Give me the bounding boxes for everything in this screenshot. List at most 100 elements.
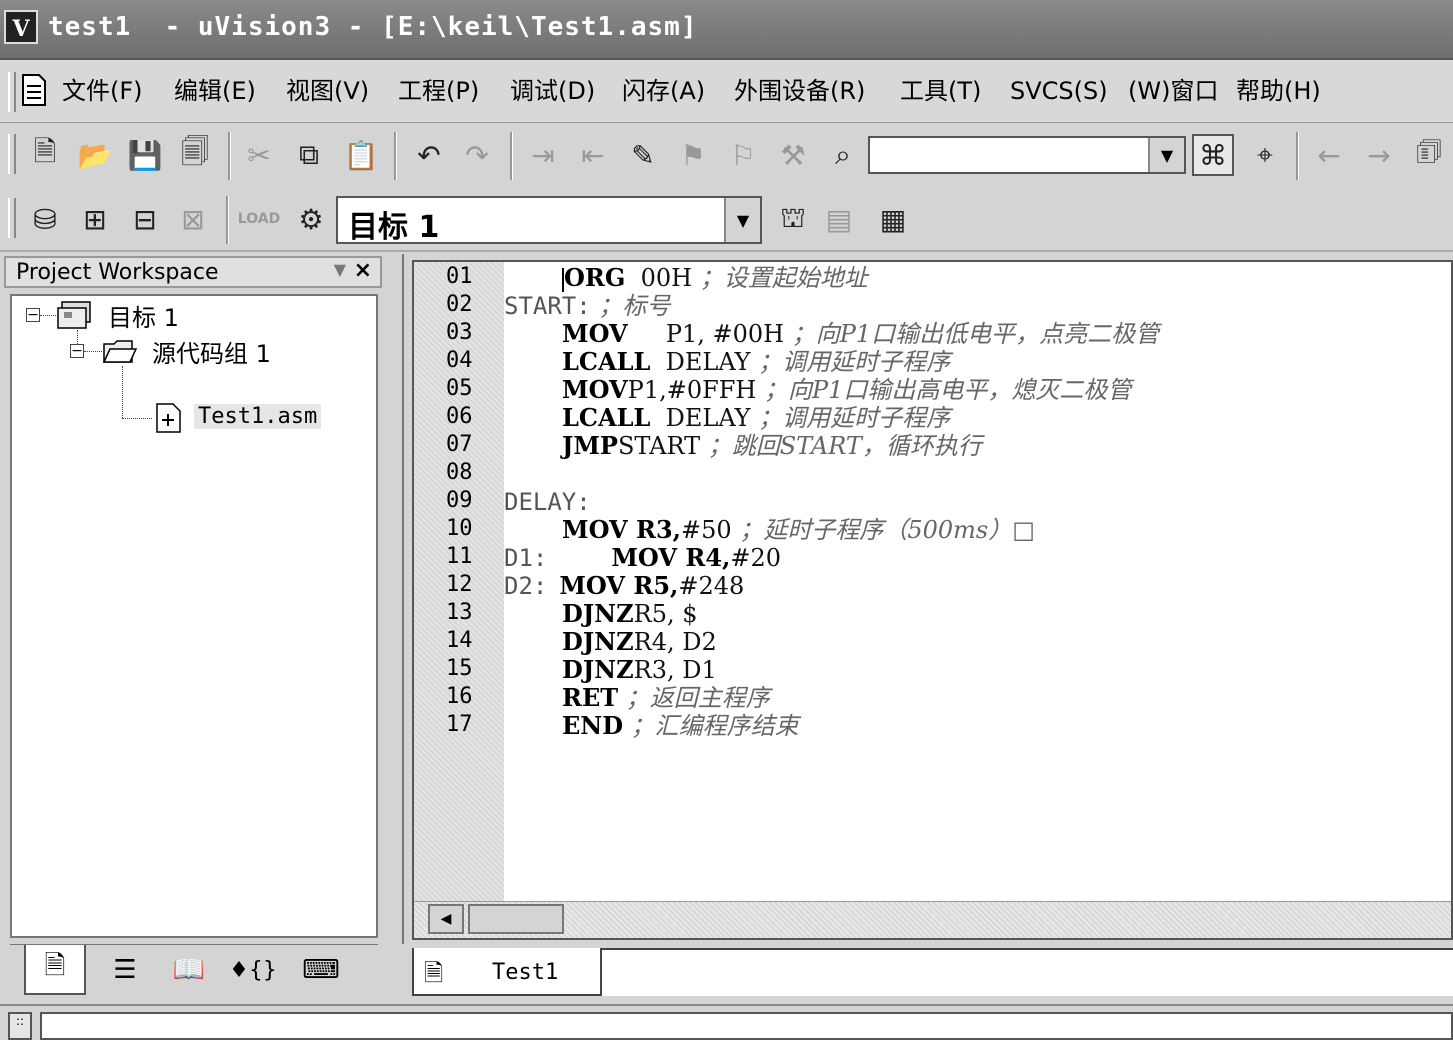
- tree-connector: [122, 418, 152, 419]
- tree-connector: [122, 366, 123, 418]
- code-opcode: DJNZ: [562, 655, 634, 684]
- templates-tab-icon[interactable]: ⌨: [290, 945, 352, 995]
- line-number: 11: [446, 544, 473, 569]
- code-operands: #248: [678, 572, 745, 600]
- menu-svcs[interactable]: SVCS(S): [1010, 74, 1108, 108]
- code-opcode: DJNZ: [562, 599, 634, 628]
- manage-components-icon[interactable]: ⛫: [772, 198, 814, 240]
- nav-back-icon[interactable]: ←: [1308, 134, 1350, 176]
- code-line: MOV P1, #00H ；向P1口输出低电平，点亮二极管: [504, 320, 1159, 349]
- menu-help[interactable]: 帮助(H): [1236, 74, 1321, 108]
- menu-file[interactable]: 文件(F): [62, 74, 143, 108]
- translate-icon[interactable]: ⛁: [24, 198, 66, 240]
- line-number: 10: [446, 516, 473, 541]
- bookmark-prev-icon[interactable]: ⚐: [722, 134, 764, 176]
- collapse-icon[interactable]: −: [70, 344, 84, 358]
- status-field: [40, 1012, 1453, 1040]
- line-number: 04: [446, 348, 473, 373]
- chevron-down-icon[interactable]: ▼: [1148, 138, 1184, 172]
- save-all-icon[interactable]: 🗐: [174, 134, 216, 176]
- registers-tab-icon[interactable]: ☰: [94, 945, 156, 995]
- menu-edit[interactable]: 编辑(E): [174, 74, 256, 108]
- tree-file-label[interactable]: Test1.asm: [194, 404, 322, 429]
- browse-icon[interactable]: 🗊: [1408, 134, 1450, 176]
- find-binoculars-icon[interactable]: ⌘: [1192, 134, 1234, 176]
- chevron-down-icon[interactable]: ▼: [334, 260, 346, 279]
- code-label: START:: [504, 292, 591, 320]
- code-opcode: MOV R4,: [611, 543, 731, 572]
- menu-peripherals[interactable]: 外围设备(R): [734, 74, 865, 108]
- find-combo[interactable]: ▼: [868, 136, 1186, 174]
- code-line: START: ；标号: [504, 292, 670, 320]
- functions-tab-icon[interactable]: ♦{}: [222, 945, 284, 995]
- menu-project[interactable]: 工程(P): [398, 74, 479, 108]
- copy-icon[interactable]: ⧉: [288, 134, 330, 176]
- nav-forward-icon[interactable]: →: [1358, 134, 1400, 176]
- menu-window[interactable]: (W)窗口: [1128, 74, 1218, 108]
- find-in-files-icon[interactable]: ⌖: [1244, 134, 1286, 176]
- document-tabs: 🗎 Test1: [402, 944, 1453, 1000]
- multi-project-icon[interactable]: ▦: [872, 198, 914, 240]
- open-folder-icon[interactable]: 📂: [74, 134, 116, 176]
- scroll-left-icon[interactable]: ◀: [428, 904, 464, 934]
- menu-view[interactable]: 视图(V): [286, 74, 369, 108]
- menu-grip[interactable]: [8, 72, 16, 112]
- build-target-icon[interactable]: ⊞: [74, 198, 116, 240]
- redo-icon[interactable]: ↷: [456, 134, 498, 176]
- code-comment: ；延时子程序（500ms）□: [739, 516, 1035, 544]
- find-in-files-toolbar-icon[interactable]: ⌕: [822, 134, 864, 176]
- books-tab-icon[interactable]: 📖: [158, 945, 220, 995]
- tab-test1[interactable]: 🗎 Test1: [412, 948, 602, 996]
- chevron-down-icon[interactable]: ▼: [724, 198, 760, 242]
- uvision-logo-icon[interactable]: V: [4, 10, 38, 44]
- rebuild-all-icon[interactable]: ⊟: [124, 198, 166, 240]
- window-title: test1 - uVision3 - [E:\keil\Test1.asm]: [48, 12, 698, 42]
- menu-debug[interactable]: 调试(D): [510, 74, 595, 108]
- document-icon[interactable]: [20, 74, 48, 106]
- line-number: 05: [446, 376, 473, 401]
- line-number: 06: [446, 404, 473, 429]
- scrollbar-thumb[interactable]: [468, 904, 564, 934]
- stop-build-icon[interactable]: ⊠: [172, 198, 214, 240]
- line-number: 17: [446, 712, 473, 737]
- code-label: DELAY:: [504, 488, 591, 516]
- code-line: MOVP1,#0FFH ；向P1口输出高电平，熄灭二极管: [504, 376, 1131, 405]
- tree-group-label[interactable]: 源代码组 1: [152, 334, 271, 369]
- menu-flash[interactable]: 闪存(A): [622, 74, 705, 108]
- code-opcode: ORG: [564, 263, 626, 292]
- indent-icon[interactable]: ⇥: [522, 134, 564, 176]
- load-icon[interactable]: LOAD: [238, 198, 280, 240]
- close-icon[interactable]: ×: [354, 258, 372, 283]
- new-file-icon[interactable]: 🗎: [24, 134, 66, 176]
- target-options-icon[interactable]: ⚙: [290, 198, 332, 240]
- cut-icon[interactable]: ✂: [238, 134, 280, 176]
- toolbar-grip[interactable]: [8, 198, 16, 238]
- select-device-icon[interactable]: ▤: [818, 198, 860, 240]
- code-line: DJNZR4, D2: [504, 628, 724, 657]
- tree-target-label[interactable]: 目标 1: [108, 298, 179, 333]
- code-editor[interactable]: 01 02 03 04 05 06 07 08 09 10 11 12 13 14 15 16 17 ORG 0…: [412, 260, 1453, 940]
- toolbar-grip[interactable]: [8, 134, 16, 174]
- line-number: 14: [446, 628, 473, 653]
- code-line: LCALL DELAY ；调用延时子程序: [504, 404, 950, 433]
- code-operands: 00H: [625, 264, 693, 292]
- horizontal-scrollbar[interactable]: ◀: [414, 901, 1451, 938]
- target-select[interactable]: 目标 1 ▼: [336, 196, 762, 245]
- collapse-icon[interactable]: −: [26, 308, 40, 322]
- line-number: 07: [446, 432, 473, 457]
- code-line: ORG 00H ；设置起始地址: [504, 264, 868, 292]
- bookmark-toggle-icon[interactable]: ✎: [622, 134, 664, 176]
- paste-icon[interactable]: 📋: [340, 134, 382, 176]
- undo-icon[interactable]: ↶: [408, 134, 450, 176]
- save-icon[interactable]: 💾: [124, 134, 166, 176]
- unindent-icon[interactable]: ⇤: [572, 134, 614, 176]
- line-number: 09: [446, 488, 473, 513]
- code-operands: R5, $: [633, 600, 698, 628]
- bookmark-clear-icon[interactable]: ⚒: [772, 134, 814, 176]
- status-grip[interactable]: ::: [8, 1012, 32, 1040]
- bookmark-next-icon[interactable]: ⚑: [672, 134, 714, 176]
- project-tree: − 目标 1 − 源代码组 1 Test1.asm: [10, 294, 378, 938]
- code-line: JMPSTART ；跳回START，循环执行: [504, 432, 982, 461]
- files-tab-icon[interactable]: 🗎: [24, 945, 86, 995]
- menu-tools[interactable]: 工具(T): [900, 74, 981, 108]
